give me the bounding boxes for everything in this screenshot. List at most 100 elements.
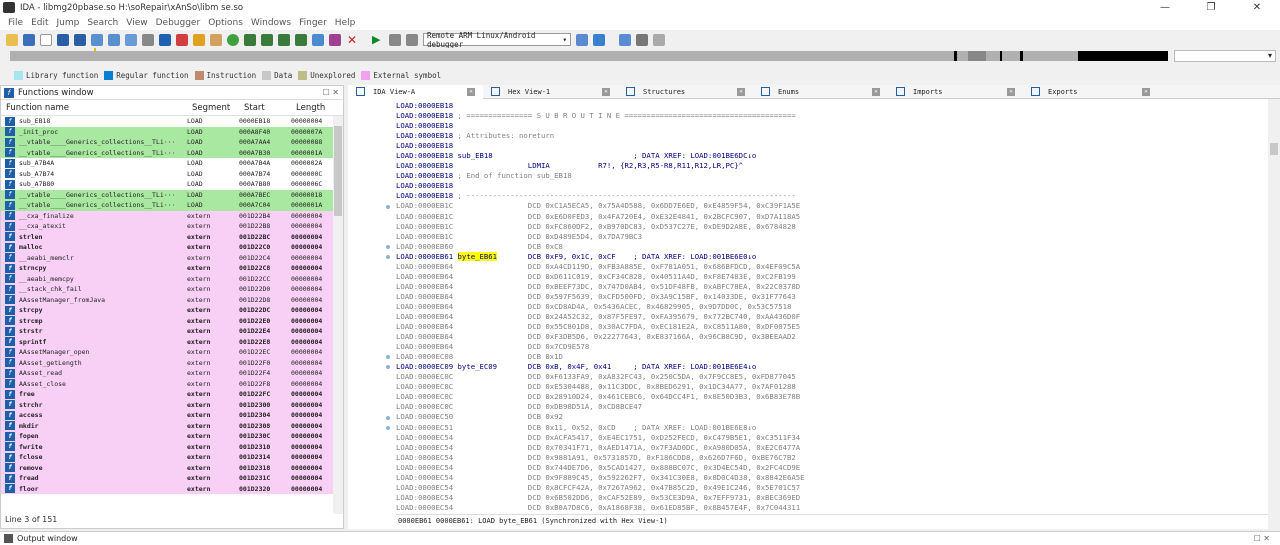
breakpoint-icon[interactable]: [176, 33, 188, 46]
minimize-button[interactable]: —: [1142, 0, 1188, 15]
listing-line[interactable]: LOAD:0000EC54 DCD 0xB0A7D8C6, 0xA1868F38…: [396, 503, 1268, 513]
menu-options[interactable]: Options: [208, 18, 243, 28]
function-row[interactable]: f __stack_chk_fail extern 001D22D0 00000004: [1, 284, 343, 295]
listing-line[interactable]: LOAD:0000EB18 ; End of function sub_EB18: [396, 171, 1268, 181]
save-icon[interactable]: [23, 33, 35, 46]
tab-ida-view-a[interactable]: IDA View-A ✕: [348, 84, 483, 99]
function-icon[interactable]: [329, 33, 341, 46]
listing-line[interactable]: LOAD:0000EB64 DCD 0x597F5639, 0xCFD500FD…: [396, 292, 1268, 302]
plugin-icon[interactable]: [653, 33, 665, 46]
navigation-band[interactable]: ▾: [0, 48, 1280, 64]
function-row[interactable]: f __vtable____Generics_collections__TLi··…: [1, 137, 343, 148]
col-segment[interactable]: Segment: [187, 103, 239, 113]
function-row[interactable]: f mkdir extern 001D2308 00000004: [1, 420, 343, 431]
listing-line[interactable]: LOAD:0000EB61 byte_EB61 DCB 0xF9, 0x1C, …: [396, 251, 1268, 262]
listing-line[interactable]: LOAD:0000EC0C DCD 0x28910D24, 0x461CEBC6…: [396, 392, 1268, 402]
highlighted-label[interactable]: byte_EB61: [457, 251, 498, 261]
listing-line[interactable]: LOAD:0000EC51 DCB 0x11, 0x52, 0xCD ; DAT…: [396, 423, 1268, 433]
maximize-button[interactable]: ❐: [1188, 0, 1234, 15]
menu-search[interactable]: Search: [87, 18, 118, 28]
function-row[interactable]: f __cxa_finalize extern 001D22B4 00000004: [1, 210, 343, 221]
disassembly-listing[interactable]: LOAD:0000EB18 LOAD:0000EB18 ; ===========…: [396, 101, 1268, 514]
listing-line[interactable]: LOAD:0000EB18 ; ------------------------…: [396, 191, 1268, 201]
tree-plus-icon[interactable]: [261, 33, 273, 46]
listing-line[interactable]: LOAD:0000EB60 DCB 0xC8: [396, 242, 1268, 252]
tab-exports[interactable]: Exports ✕: [1023, 85, 1158, 99]
menu-debugger[interactable]: Debugger: [156, 18, 201, 28]
listing-line[interactable]: LOAD:0000EC50 DCB 0x92: [396, 412, 1268, 422]
tab-enums[interactable]: Enums ✕: [753, 85, 888, 99]
listing-line[interactable]: LOAD:0000EC09 byte_EC09 DCB 0xB, 0x4F, 0…: [396, 362, 1268, 372]
listing-line[interactable]: LOAD:0000EC54 DCD 0xACFA5417, 0xE4EC1751…: [396, 433, 1268, 443]
col-function-name[interactable]: Function name: [1, 103, 187, 113]
listing-line[interactable]: LOAD:0000EB18: [396, 181, 1268, 191]
function-row[interactable]: f __vtable____Generics_collections__TLi··…: [1, 189, 343, 200]
menu-view[interactable]: View: [126, 18, 147, 28]
listing-line[interactable]: LOAD:0000EC54 DCD 0x70341F71, 0xAED1471A…: [396, 443, 1268, 453]
menu-help[interactable]: Help: [335, 18, 356, 28]
menu-windows[interactable]: Windows: [251, 18, 291, 28]
menu-file[interactable]: File: [8, 18, 23, 28]
cross-icon[interactable]: ✕: [346, 34, 358, 46]
binary-search-icon[interactable]: [125, 33, 137, 46]
listing-line[interactable]: LOAD:0000EB64 DCD 0x24A52C32, 0x87F5FE97…: [396, 312, 1268, 322]
function-row[interactable]: f free extern 001D22FC 00000004: [1, 389, 343, 400]
function-row[interactable]: f malloc extern 001D22C0 00000004: [1, 242, 343, 253]
function-row[interactable]: f strncpy extern 001D22C8 00000004: [1, 263, 343, 274]
functions-scrollbar-thumb[interactable]: [334, 126, 342, 216]
col-length[interactable]: Length: [291, 103, 341, 113]
listing-line[interactable]: LOAD:0000EB18 ; Attributes: noreturn: [396, 131, 1268, 141]
listing-line[interactable]: LOAD:0000EC0C DCD 0xF6133FA9, 0xA832FC43…: [396, 372, 1268, 382]
debugger-select[interactable]: Remote ARM Linux/Android debugger ▾: [423, 31, 571, 49]
listing-scrollbar-thumb[interactable]: [1270, 143, 1278, 155]
function-row[interactable]: f remove extern 001D2318 00000004: [1, 462, 343, 473]
function-row[interactable]: f AAssetManager_open extern 001D22EC 0000000…: [1, 347, 343, 358]
listing-line[interactable]: LOAD:0000EB18: [396, 101, 1268, 111]
tree-down-icon[interactable]: [278, 33, 290, 46]
listing-line[interactable]: LOAD:0000EC54 DCD 0x744DE7D6, 0x5CAD1427…: [396, 463, 1268, 473]
nav-band-dropdown[interactable]: ▾: [1174, 50, 1276, 62]
function-row[interactable]: f strstr extern 001D22E4 00000004: [1, 326, 343, 337]
listing-line[interactable]: LOAD:0000EB18 LDMIA R7!, {R2,R3,R5-R8,R1…: [396, 161, 1268, 171]
listing-line[interactable]: LOAD:0000EB18 ; =============== S U B R …: [396, 111, 1268, 121]
trace-icon[interactable]: [636, 33, 648, 46]
listing-line[interactable]: LOAD:0000EB64 DCD 0xBEEF73DC, 0x747D0AB4…: [396, 282, 1268, 292]
functions-scrollbar[interactable]: [333, 116, 343, 514]
listing-line[interactable]: LOAD:0000EC54 DCD 0x9F889C45, 0x592262F7…: [396, 473, 1268, 483]
window-list-icon[interactable]: [619, 33, 631, 46]
listing-line[interactable]: LOAD:0000EC0C DCD 0xE5304488, 0x11C3DDC,…: [396, 382, 1268, 392]
nav-band-strip[interactable]: [10, 48, 1168, 61]
listing-line[interactable]: LOAD:0000EB64 DCD 0x7CD9E578: [396, 342, 1268, 352]
function-row[interactable]: f AAsset_read extern 001D22F4 00000004: [1, 368, 343, 379]
function-row[interactable]: f sprintf extern 001D22E8 00000004: [1, 336, 343, 347]
function-row[interactable]: f __vtable____Generics_collections__TLi··…: [1, 200, 343, 211]
tab-structures[interactable]: Structures ✕: [618, 85, 753, 99]
close-tab-icon[interactable]: ✕: [602, 87, 610, 96]
listing-line[interactable]: LOAD:0000EB1C DCD 0xD489E5D4, 0x7DA79BC3: [396, 232, 1268, 242]
listing-line[interactable]: LOAD:0000EB1C DCD 0xC1A5ECA5, 0x75A4D588…: [396, 201, 1268, 211]
listing-line[interactable]: LOAD:0000EB64 DCD 0xA4CD119D, 0xFB3A885E…: [396, 262, 1268, 272]
listing-line[interactable]: LOAD:0000EC54 DCD 0x6B502DD6, 0xCAF52E89…: [396, 493, 1268, 503]
attach-icon[interactable]: [576, 33, 588, 46]
function-row[interactable]: f _init_proc LOAD 000A8F40 0000007A: [1, 126, 343, 137]
listing-line[interactable]: LOAD:0000EC0C DCD 0xDB98D51A, 0xCD8BCE47: [396, 402, 1268, 412]
listing-scrollbar[interactable]: [1268, 99, 1280, 529]
functions-window-buttons[interactable]: ☐ ✕: [323, 88, 339, 97]
forward-arrow-icon[interactable]: [74, 33, 86, 46]
function-row[interactable]: f fwrite extern 001D2310 00000004: [1, 441, 343, 452]
function-row[interactable]: f __vtable____Generics_collections__TLi··…: [1, 147, 343, 158]
listing-line[interactable]: LOAD:0000EB1C DCD 0xFC860DF2, 0xB970DC83…: [396, 222, 1268, 232]
listing-line[interactable]: LOAD:0000EB64 DCD 0x55C801D8, 0x30AC7FDA…: [396, 322, 1268, 332]
function-row[interactable]: f strcmp extern 001D22E0 00000004: [1, 315, 343, 326]
function-row[interactable]: f fopen extern 001D230C 00000004: [1, 431, 343, 442]
listing-line[interactable]: LOAD:0000EB64 DCD 0xCD8AD4A, 0x5436ACEC,…: [396, 302, 1268, 312]
function-row[interactable]: f fread extern 001D231C 00000004: [1, 473, 343, 484]
tab-hex-view-1[interactable]: Hex View-1 ✕: [483, 85, 618, 99]
image-icon[interactable]: [210, 33, 222, 46]
function-row[interactable]: f strcpy extern 001D22DC 00000004: [1, 305, 343, 316]
function-row[interactable]: f __cxa_atexit extern 001D22B8 00000004: [1, 221, 343, 232]
function-row[interactable]: f sub_EB18 LOAD 0000EB18 00000004: [1, 116, 343, 127]
function-row[interactable]: f fclose extern 001D2314 00000004: [1, 452, 343, 463]
output-window-bar[interactable]: Output window ☐ ✕: [0, 531, 1280, 545]
function-row[interactable]: f AAssetManager_fromJava extern 001D22D8 000…: [1, 294, 343, 305]
